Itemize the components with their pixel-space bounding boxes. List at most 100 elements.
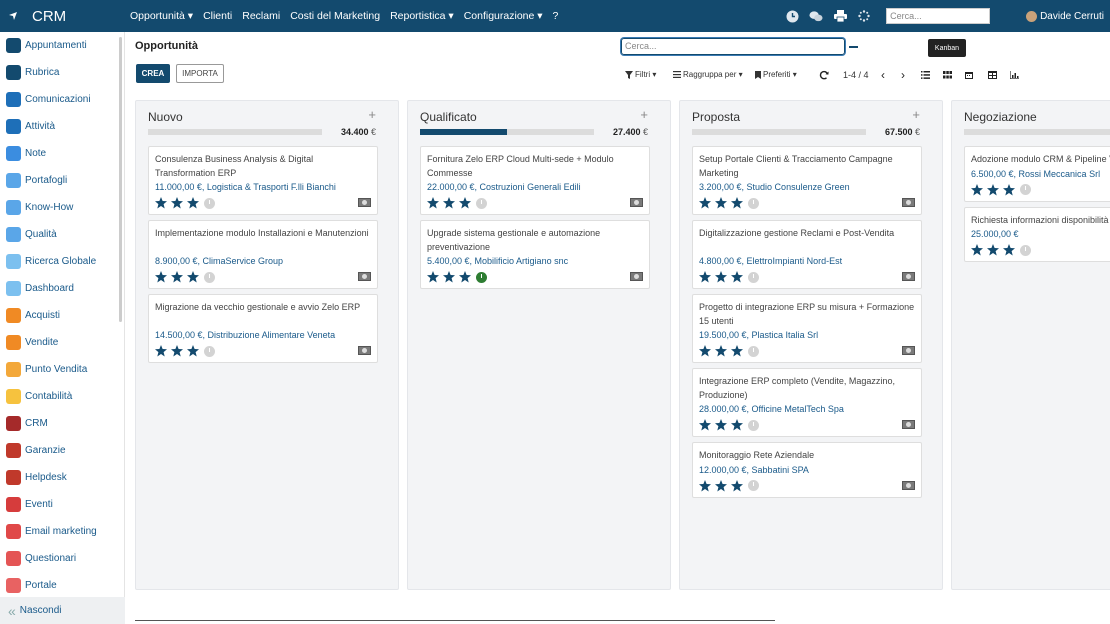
table-view-icon[interactable]: [985, 68, 999, 82]
star-icon[interactable]: [730, 270, 744, 284]
card-revenue[interactable]: 19.500,00 €, Plastica Italia Srl: [699, 330, 818, 340]
refresh-icon[interactable]: [817, 68, 831, 82]
search-input[interactable]: Cerca...: [621, 38, 845, 55]
kanban-card[interactable]: Fornitura Zelo ERP Cloud Multi-sede + Mo…: [420, 146, 650, 215]
sidebar-item[interactable]: Comunicazioni: [6, 90, 91, 108]
star-icon[interactable]: [186, 270, 200, 284]
chat-icon[interactable]: [809, 9, 823, 23]
card-priority[interactable]: [970, 183, 1031, 197]
groupby-dropdown[interactable]: Raggruppa per ▾: [673, 70, 743, 79]
sidebar-item[interactable]: Helpdesk: [6, 468, 67, 486]
clock-icon[interactable]: [785, 9, 799, 23]
menu-item[interactable]: Opportunità ▾: [130, 10, 193, 22]
card-revenue[interactable]: 11.000,00 €, Logistica & Trasporti F.lli…: [155, 182, 336, 192]
star-icon[interactable]: [442, 270, 456, 284]
star-icon[interactable]: [426, 270, 440, 284]
sidebar-item[interactable]: Email marketing: [6, 522, 97, 540]
star-icon[interactable]: [442, 196, 456, 210]
calendar-view-icon[interactable]: [962, 68, 976, 82]
kanban-card[interactable]: Consulenza Business Analysis & Digital T…: [148, 146, 378, 215]
activity-clock-icon[interactable]: [476, 271, 487, 283]
add-card-icon[interactable]: +: [640, 107, 648, 122]
activity-clock-icon[interactable]: [748, 480, 759, 491]
star-icon[interactable]: [698, 418, 712, 432]
star-icon[interactable]: [1002, 243, 1016, 257]
card-revenue[interactable]: 14.500,00 €, Distribuzione Alimentare Ve…: [155, 330, 335, 340]
star-icon[interactable]: [426, 196, 440, 210]
sidebar-item[interactable]: Contabilità: [6, 387, 72, 405]
star-icon[interactable]: [714, 418, 728, 432]
sidebar-item[interactable]: Know-How: [6, 198, 73, 216]
star-icon[interactable]: [154, 344, 168, 358]
sidebar-item[interactable]: Note: [6, 144, 46, 162]
star-icon[interactable]: [730, 479, 744, 493]
star-icon[interactable]: [986, 243, 1000, 257]
star-icon[interactable]: [698, 270, 712, 284]
sidebar-item[interactable]: Questionari: [6, 549, 76, 567]
user-menu[interactable]: Davide Cerruti: [1026, 10, 1104, 22]
star-icon[interactable]: [186, 196, 200, 210]
star-icon[interactable]: [970, 243, 984, 257]
activity-clock-icon[interactable]: [748, 271, 759, 283]
kanban-card[interactable]: Progetto di integrazione ERP su misura +…: [692, 294, 922, 363]
card-priority[interactable]: [698, 344, 759, 358]
pager-next-icon[interactable]: ›: [896, 68, 910, 82]
sidebar-hide-button[interactable]: « Nascondi: [0, 597, 125, 624]
app-home[interactable]: CRM: [0, 8, 130, 25]
kanban-card[interactable]: Migrazione da vecchio gestionale e avvio…: [148, 294, 378, 363]
pager-value[interactable]: 1-4 / 4: [843, 70, 869, 80]
menu-item[interactable]: ?: [553, 10, 559, 22]
sidebar-item[interactable]: Garanzie: [6, 441, 66, 459]
pager-previous-icon[interactable]: ‹: [876, 68, 890, 82]
search-collapse-icon[interactable]: [849, 46, 858, 48]
star-icon[interactable]: [986, 183, 1000, 197]
sidebar-item[interactable]: Acquisti: [6, 306, 60, 324]
graph-view-icon[interactable]: [1007, 68, 1021, 82]
card-priority[interactable]: [154, 196, 215, 210]
kanban-card[interactable]: Implementazione modulo Installazioni e M…: [148, 220, 378, 289]
sidebar-item[interactable]: Qualità: [6, 225, 57, 243]
star-icon[interactable]: [154, 270, 168, 284]
card-revenue[interactable]: 4.800,00 €, ElettroImpianti Nord-Est: [699, 256, 842, 266]
activity-clock-icon[interactable]: [748, 345, 759, 357]
star-icon[interactable]: [730, 418, 744, 432]
card-priority[interactable]: [698, 270, 759, 284]
filters-dropdown[interactable]: Filtri ▾: [625, 70, 656, 79]
activity-clock-icon[interactable]: [1020, 244, 1031, 256]
star-icon[interactable]: [730, 344, 744, 358]
kanban-card[interactable]: Richiesta informazioni disponibilità 25.0…: [964, 206, 1110, 262]
star-icon[interactable]: [458, 270, 472, 284]
card-revenue[interactable]: 12.000,00 €, Sabbatini SPA: [699, 465, 809, 475]
star-icon[interactable]: [714, 196, 728, 210]
sidebar-item[interactable]: Eventi: [6, 495, 53, 513]
card-revenue[interactable]: 3.200,00 €, Studio Consulenze Green: [699, 182, 850, 192]
star-icon[interactable]: [714, 270, 728, 284]
menu-item[interactable]: Configurazione ▾: [464, 10, 543, 22]
favorites-dropdown[interactable]: Preferiti ▾: [755, 70, 797, 79]
card-priority[interactable]: [426, 196, 487, 210]
kanban-card[interactable]: Upgrade sistema gestionale e automazione…: [420, 220, 650, 289]
add-card-icon[interactable]: +: [368, 107, 376, 122]
sidebar-item[interactable]: Appuntamenti: [6, 36, 87, 54]
card-revenue[interactable]: 22.000,00 €, Costruzioni Generali Edili: [427, 182, 581, 192]
star-icon[interactable]: [970, 183, 984, 197]
star-icon[interactable]: [698, 344, 712, 358]
activity-clock-icon[interactable]: [204, 197, 215, 209]
activity-clock-icon[interactable]: [1020, 184, 1031, 195]
star-icon[interactable]: [714, 479, 728, 493]
menu-item[interactable]: Costi del Marketing: [290, 10, 380, 22]
kanban-card[interactable]: Setup Portale Clienti & Tracciamento Cam…: [692, 146, 922, 215]
star-icon[interactable]: [170, 270, 184, 284]
card-revenue[interactable]: 5.400,00 €, Mobilificio Artigiano snc: [427, 256, 568, 266]
activity-clock-icon[interactable]: [748, 419, 759, 431]
star-icon[interactable]: [730, 196, 744, 210]
sidebar-item[interactable]: Dashboard: [6, 279, 74, 297]
kanban-view-icon[interactable]: [940, 68, 954, 82]
print-icon[interactable]: [833, 9, 847, 23]
menu-item[interactable]: Reclami: [242, 10, 280, 22]
activity-clock-icon[interactable]: [476, 197, 487, 209]
card-priority[interactable]: [426, 270, 487, 284]
star-icon[interactable]: [154, 196, 168, 210]
card-priority[interactable]: [698, 418, 759, 432]
star-icon[interactable]: [170, 344, 184, 358]
